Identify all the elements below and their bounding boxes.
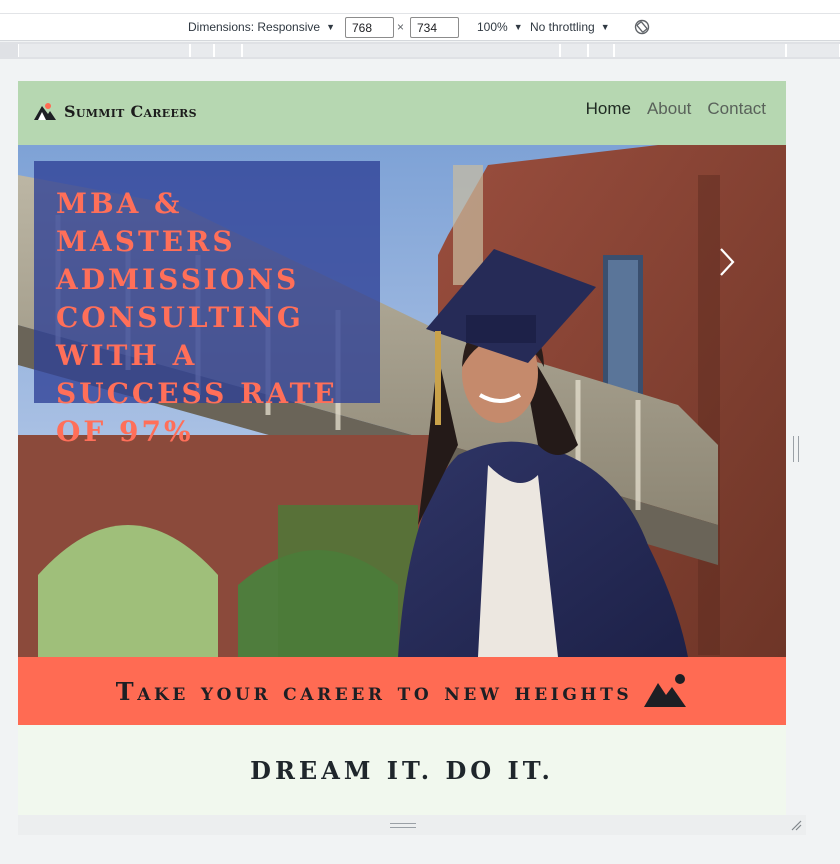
hero-title: MBA & Masters Admissions Consulting with… bbox=[56, 187, 338, 448]
brand-name: Summit Careers bbox=[64, 101, 197, 121]
hero-headline-card: MBA & Masters Admissions Consulting with… bbox=[34, 161, 380, 448]
throttling-dropdown[interactable]: No throttling ▼ bbox=[530, 18, 610, 36]
brand[interactable]: Summit Careers bbox=[34, 101, 197, 121]
viewport-height-input[interactable] bbox=[410, 17, 459, 38]
tagline-band: Take your career to new heights bbox=[18, 657, 786, 725]
zoom-dropdown[interactable]: 100% ▼ bbox=[477, 18, 523, 36]
chevron-right-icon[interactable] bbox=[718, 247, 736, 277]
site-navbar: Summit Careers Home About Contact bbox=[18, 81, 786, 145]
hero-carousel: MBA & Masters Admissions Consulting with… bbox=[18, 145, 786, 657]
device-viewport: Summit Careers Home About Contact MBA & … bbox=[18, 81, 786, 815]
media-query-segment[interactable] bbox=[560, 44, 588, 57]
tagline-text: Take your career to new heights bbox=[115, 676, 633, 706]
chevron-down-icon: ▼ bbox=[326, 22, 335, 32]
media-query-segment[interactable] bbox=[786, 44, 840, 57]
nav-link-about[interactable]: About bbox=[647, 99, 691, 119]
media-query-segment[interactable] bbox=[214, 44, 242, 57]
mountain-icon bbox=[644, 674, 687, 707]
resize-handle-corner[interactable] bbox=[790, 819, 802, 831]
dream-section: DREAM IT. DO IT. bbox=[18, 725, 786, 815]
media-query-ruler bbox=[0, 42, 840, 59]
devtools-device-toolbar: Dimensions: Responsive ▼ × 100% ▼ No thr… bbox=[0, 0, 840, 41]
dimension-times-sign: × bbox=[397, 20, 405, 34]
dimensions-dropdown[interactable]: Dimensions: Responsive ▼ bbox=[188, 18, 335, 36]
media-query-segment[interactable] bbox=[588, 44, 614, 57]
resize-handle-right[interactable] bbox=[793, 436, 799, 462]
dream-heading: DREAM IT. DO IT. bbox=[250, 756, 554, 785]
resize-handle-bottom[interactable] bbox=[390, 823, 416, 828]
media-query-segment[interactable] bbox=[614, 44, 786, 57]
media-query-segment[interactable] bbox=[242, 44, 560, 57]
throttling-label: No throttling bbox=[530, 20, 595, 34]
chevron-down-icon: ▼ bbox=[513, 22, 523, 32]
nav-links: Home About Contact bbox=[586, 99, 766, 119]
toolbar-divider bbox=[0, 13, 840, 14]
media-query-segment[interactable] bbox=[190, 44, 214, 57]
dimensions-label: Dimensions: Responsive bbox=[188, 20, 321, 34]
media-query-segment[interactable] bbox=[18, 44, 190, 57]
mountain-logo-icon bbox=[34, 103, 56, 120]
nav-link-contact[interactable]: Contact bbox=[707, 99, 766, 119]
zoom-label: 100% bbox=[477, 20, 508, 34]
nav-link-home[interactable]: Home bbox=[586, 99, 631, 119]
chevron-down-icon: ▼ bbox=[600, 22, 610, 32]
viewport-width-input[interactable] bbox=[345, 17, 394, 38]
rotate-icon[interactable] bbox=[634, 19, 650, 35]
